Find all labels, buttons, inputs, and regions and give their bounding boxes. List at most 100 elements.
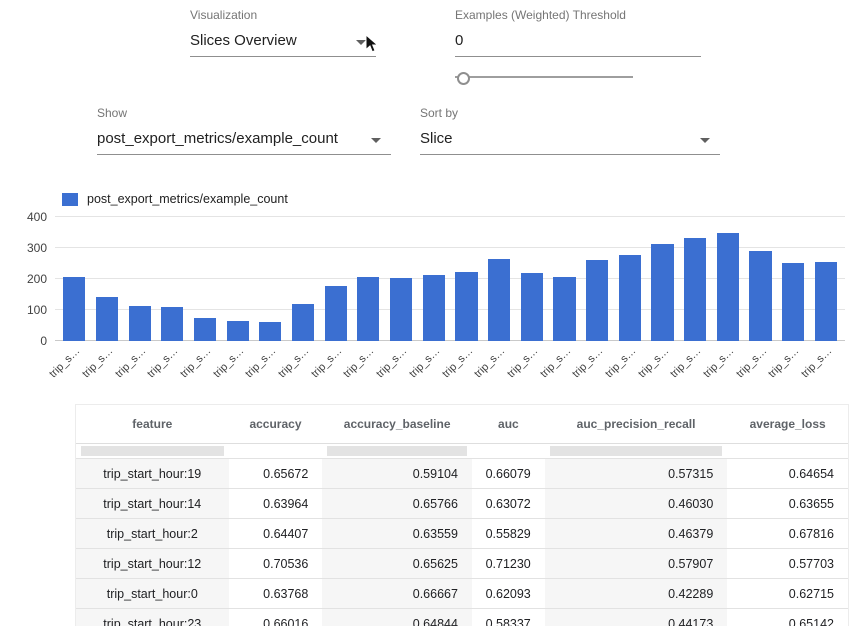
x-tick-label: trip_s… [570,345,605,380]
bar-column: trip_s… [417,217,450,341]
x-tick-label: trip_s… [80,345,115,380]
filter-input[interactable] [550,446,723,456]
bar[interactable] [455,272,477,341]
bar-column: trip_s… [483,217,516,341]
metric-cell: 0.62093 [472,579,545,608]
chevron-down-icon[interactable] [371,138,381,143]
bar-column: trip_s… [744,217,777,341]
bar[interactable] [619,255,641,341]
visualization-dropdown[interactable]: Slices Overview [190,28,376,57]
bar[interactable] [325,286,347,341]
y-tick-label: 100 [3,303,47,317]
bar-column: trip_s… [515,217,548,341]
bar-column: trip_s… [123,217,156,341]
column-header-auc_precision_recall[interactable]: auc_precision_recall [545,405,728,443]
bar-column: trip_s… [450,217,483,341]
filter-input[interactable] [81,446,224,456]
metric-cell: 0.63072 [472,489,545,518]
show-dropdown[interactable]: post_export_metrics/example_count [97,126,391,155]
x-tick-label: trip_s… [701,345,736,380]
x-tick-label: trip_s… [603,345,638,380]
bar[interactable] [63,277,85,341]
bar[interactable] [782,263,804,341]
bar[interactable] [488,259,510,341]
bar-column: trip_s… [58,217,91,341]
threshold-input[interactable]: 0 [455,28,701,57]
x-tick-label: trip_s… [734,345,769,380]
filter-cell [545,444,728,458]
sort-by-value: Slice [420,130,453,147]
bar-column: trip_s… [777,217,810,341]
bar[interactable] [815,262,837,341]
bar[interactable] [357,277,379,341]
threshold-control: Examples (Weighted) Threshold 0 [455,8,701,57]
bar[interactable] [390,278,412,341]
column-header-accuracy[interactable]: accuracy [229,405,323,443]
table-row: trip_start_hour:00.637680.666670.620930.… [76,578,848,608]
bar-column: trip_s… [711,217,744,341]
metrics-table: featureaccuracyaccuracy_baselineaucauc_p… [75,404,849,626]
metric-cell: 0.64654 [727,459,848,488]
y-tick-label: 0 [3,334,47,348]
bar-column: trip_s… [679,217,712,341]
feature-cell: trip_start_hour:14 [76,489,229,518]
x-tick-label: trip_s… [440,345,475,380]
visualization-control: Visualization Slices Overview [190,8,376,57]
bar-column: trip_s… [254,217,287,341]
bar[interactable] [227,321,249,341]
metric-cell: 0.63964 [229,489,323,518]
bar[interactable] [553,277,575,341]
slider-track[interactable] [455,76,633,78]
column-header-average_loss[interactable]: average_loss [727,405,848,443]
x-tick-label: trip_s… [766,345,801,380]
x-tick-label: trip_s… [668,345,703,380]
bar[interactable] [423,275,445,341]
bar[interactable] [194,318,216,341]
column-header-auc[interactable]: auc [472,405,545,443]
feature-cell: trip_start_hour:0 [76,579,229,608]
x-tick-label: trip_s… [538,345,573,380]
metric-cell: 0.71230 [472,549,545,578]
metric-cell: 0.63768 [229,579,323,608]
bar-column: trip_s… [189,217,222,341]
table-row: trip_start_hour:140.639640.657660.630720… [76,488,848,518]
metric-cell: 0.65672 [229,459,323,488]
bar[interactable] [259,322,281,341]
bar[interactable] [96,297,118,341]
filter-cell [322,444,472,458]
sort-by-dropdown[interactable]: Slice [420,126,720,155]
filter-input[interactable] [327,446,467,456]
bar[interactable] [161,307,183,341]
metric-cell: 0.46030 [545,489,728,518]
filter-cell [727,444,848,458]
bar[interactable] [749,251,771,341]
bar[interactable] [651,244,673,341]
y-tick-label: 300 [3,241,47,255]
slider-thumb[interactable] [457,72,470,85]
bar[interactable] [292,304,314,341]
column-header-accuracy_baseline[interactable]: accuracy_baseline [322,405,472,443]
bar[interactable] [717,233,739,342]
bar[interactable] [586,260,608,341]
x-tick-label: trip_s… [146,345,181,380]
metric-cell: 0.59104 [322,459,472,488]
table-filter-row [76,443,848,458]
bar[interactable] [521,273,543,341]
bar[interactable] [129,306,151,341]
table-body: trip_start_hour:190.656720.591040.660790… [76,458,848,626]
x-tick-label: trip_s… [799,345,834,380]
sort-by-control: Sort by Slice [420,106,720,155]
bar[interactable] [684,238,706,341]
bar-column: trip_s… [91,217,124,341]
column-header-feature[interactable]: feature [76,405,229,443]
metric-cell: 0.46379 [545,519,728,548]
mouse-cursor-icon [364,34,376,53]
threshold-slider[interactable] [455,70,633,84]
show-control: Show post_export_metrics/example_count [97,106,391,155]
bar-column: trip_s… [613,217,646,341]
chevron-down-icon[interactable] [700,138,710,143]
metric-cell: 0.65766 [322,489,472,518]
plot-area: trip_s…trip_s…trip_s…trip_s…trip_s…trip_… [55,217,845,341]
filter-cell [76,444,229,458]
metric-cell: 0.66667 [322,579,472,608]
